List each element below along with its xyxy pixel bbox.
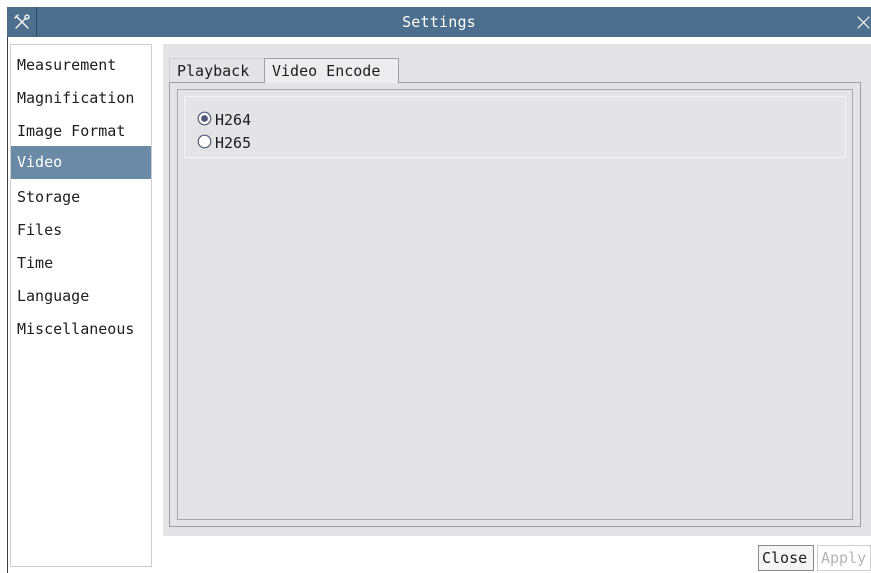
radio-h264[interactable]: H264 bbox=[197, 107, 251, 131]
sidebar-item-language[interactable]: Language bbox=[11, 280, 151, 313]
tab-content: H264 H265 bbox=[169, 82, 861, 527]
settings-sidebar: Measurement Magnification Image Format V… bbox=[10, 44, 152, 567]
sidebar-item-video[interactable]: Video bbox=[11, 146, 151, 179]
sidebar-item-miscellaneous[interactable]: Miscellaneous bbox=[11, 313, 151, 346]
sidebar-item-files[interactable]: Files bbox=[11, 214, 151, 247]
close-icon[interactable] bbox=[853, 7, 871, 37]
radio-h264-label: H264 bbox=[215, 110, 252, 129]
sidebar-item-storage[interactable]: Storage bbox=[11, 181, 151, 214]
video-encode-frame: H264 H265 bbox=[177, 89, 853, 520]
sidebar-item-image-format[interactable]: Image Format bbox=[11, 115, 151, 148]
title-bar: Settings bbox=[7, 7, 871, 37]
radio-h265[interactable]: H265 bbox=[197, 130, 251, 154]
sidebar-item-time[interactable]: Time bbox=[11, 247, 151, 280]
sidebar-item-measurement[interactable]: Measurement bbox=[11, 49, 151, 82]
tools-icon bbox=[7, 7, 37, 37]
tab-video-encode[interactable]: Video Encode bbox=[264, 58, 399, 83]
window-title: Settings bbox=[402, 13, 476, 31]
close-button[interactable]: Close bbox=[758, 545, 814, 571]
radio-checked-icon[interactable] bbox=[197, 111, 212, 126]
window-border bbox=[7, 37, 8, 573]
tab-playback[interactable]: Playback bbox=[169, 58, 264, 83]
sidebar-item-magnification[interactable]: Magnification bbox=[11, 82, 151, 115]
encoder-group: H264 H265 bbox=[184, 96, 846, 158]
radio-h265-label: H265 bbox=[215, 133, 252, 152]
radio-unchecked-icon[interactable] bbox=[197, 134, 212, 149]
apply-button: Apply bbox=[817, 545, 871, 571]
settings-panel: Playback Video Encode H264 H265 bbox=[163, 44, 871, 536]
